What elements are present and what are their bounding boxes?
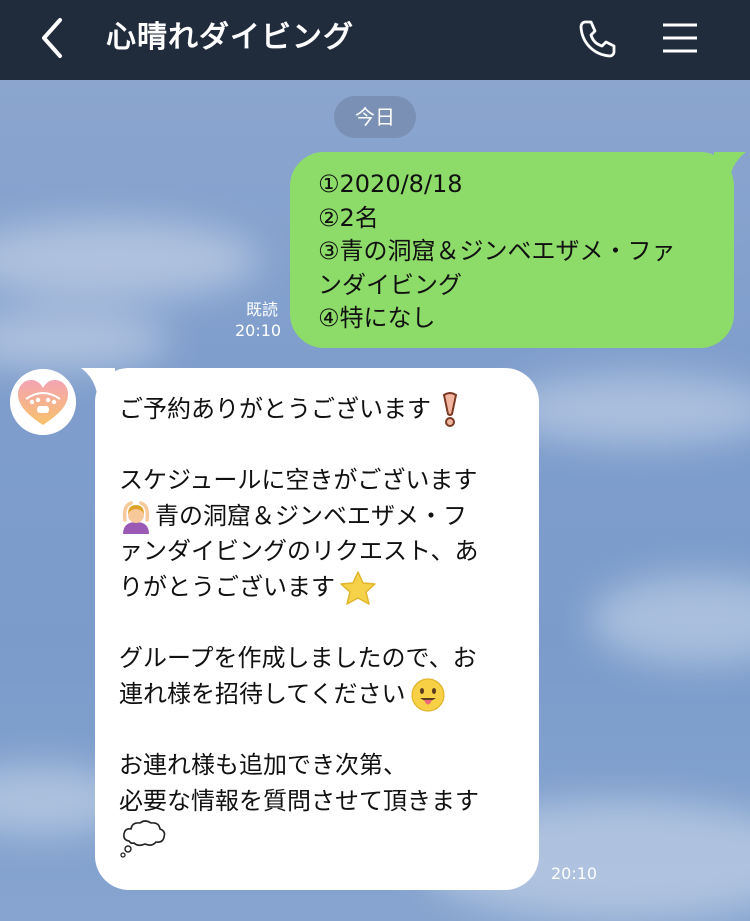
header-bar: 心晴れダイビング [0,0,750,80]
menu-button[interactable] [660,18,700,58]
message-line [119,819,529,859]
avatar[interactable] [10,369,76,435]
message-line: スケジュールに空きがございます [119,466,478,495]
message-line: ②2名 [318,203,379,232]
chevron-left-icon [42,18,62,58]
message-line: ④特になし [318,304,436,332]
sent-message-text: ①2020/8/18 ②2名 ③青の洞窟＆ジンベエザメ・ファ ンダイビング ④特… [318,168,728,336]
received-timestamp: 20:10 [551,864,598,883]
message-line: グループを作成しましたので、お [119,644,477,673]
message-line: 連れ様を招待してください [119,677,529,713]
message-line: ③青の洞窟＆ジンベエザメ・ファ [318,237,676,265]
star-icon [340,571,376,605]
message-line: ①2020/8/18 [318,170,463,198]
shop-logo-avatar [10,369,76,435]
exclamation-mark-icon [442,391,458,427]
message-line: ンダイビング [318,270,462,299]
message-line: お連れ様も追加でき次第、 [119,750,407,779]
read-receipt: 既読 [246,300,279,319]
date-separator: 今日 [334,96,416,138]
sent-timestamp: 20:10 [235,321,282,340]
hamburger-menu-icon [663,23,697,53]
thought-balloon-icon [120,820,166,858]
message-line: りがとうございます [119,570,529,606]
received-message-text: ご予約ありがとうございます スケジュールに空きがございます 青の洞窟＆ジンベエザ… [119,391,529,859]
message-line: 必要な情報を質問させて頂きます [119,786,479,815]
chat-title: 心晴れダイビング [106,20,354,55]
message-line: 青の洞窟＆ジンベエザメ・フ [119,499,529,535]
message-line: ァンダイビングのリクエスト、あ [119,537,479,566]
message-line: ご予約ありがとうございます [119,391,529,428]
call-button[interactable] [576,16,620,60]
tongue-face-icon [410,677,445,712]
person-gesturing-ok-icon [122,500,150,534]
back-button[interactable] [34,14,74,62]
phone-icon [579,20,616,58]
bubble-tail [81,368,115,394]
